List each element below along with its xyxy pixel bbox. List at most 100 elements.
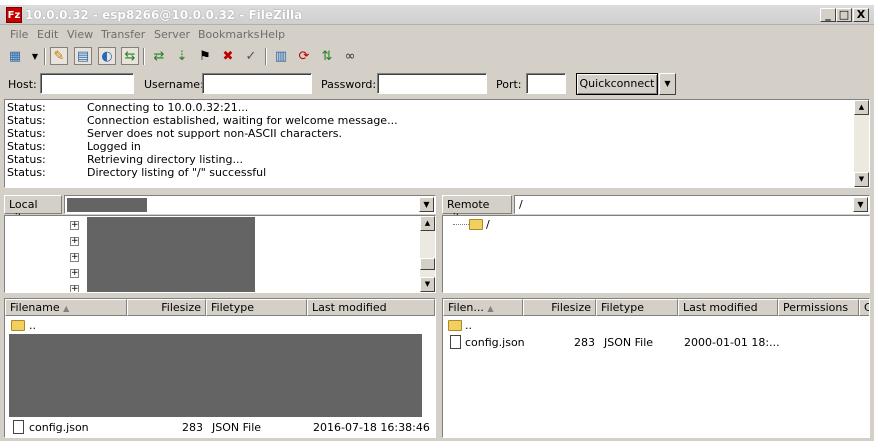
file-icon [13, 420, 24, 434]
remote-path-combo[interactable]: / ▼ [514, 195, 870, 214]
log-type: Status: [7, 153, 46, 166]
toolbar-separator [265, 48, 267, 65]
scroll-up-icon[interactable]: ▲ [420, 216, 435, 231]
port-input[interactable] [526, 73, 566, 94]
toggle-local-tree-icon[interactable]: ▤ [74, 47, 92, 65]
local-col-filesize[interactable]: Filesize [127, 299, 206, 316]
filezilla-app-icon[interactable]: Fz [6, 7, 22, 23]
local-path-dropdown-icon[interactable]: ▼ [419, 197, 434, 212]
log-type: Status: [7, 166, 46, 179]
minimize-button[interactable]: _ [820, 8, 836, 22]
menu-edit[interactable]: Edit [37, 28, 58, 41]
toggle-transfer-queue-icon[interactable]: ⇆ [121, 47, 139, 65]
close-button[interactable]: X [853, 8, 869, 22]
local-col-filetype[interactable]: Filetype [206, 299, 307, 316]
scroll-thumb[interactable] [420, 258, 435, 270]
synchronized-browsing-icon[interactable]: ⇅ [318, 47, 336, 65]
quickconnect-button[interactable]: Quickconnect [576, 73, 658, 95]
menu-bookmarks[interactable]: Bookmarks [198, 28, 259, 41]
remote-col-filetype[interactable]: Filetype [596, 299, 678, 316]
reconnect-icon[interactable]: ✓ [242, 47, 260, 65]
log-scrollbar[interactable]: ▲ ▼ [854, 100, 869, 187]
folder-icon [448, 320, 462, 331]
scroll-down-icon[interactable]: ▼ [854, 172, 869, 187]
expand-icon[interactable]: + [70, 221, 79, 230]
username-label: Username: [144, 78, 204, 91]
local-tree-scrollbar[interactable]: ▲ ▼ [420, 216, 435, 292]
directory-listing-filters-icon[interactable]: ▥ [272, 47, 290, 65]
log-type: Status: [7, 114, 46, 127]
local-file-type: JSON File [212, 421, 262, 434]
remote-col-last-modified[interactable]: Last modified [678, 299, 778, 316]
cancel-operation-icon[interactable]: ⚑ [196, 47, 214, 65]
remote-file-type: JSON File [604, 336, 654, 349]
scroll-down-icon[interactable]: ▼ [420, 277, 435, 292]
local-file-size: 283 [182, 421, 203, 434]
log-message: Directory listing of "/" successful [87, 166, 267, 179]
scroll-up-icon[interactable]: ▲ [854, 100, 869, 115]
menu-server[interactable]: Server [154, 28, 190, 41]
message-log: Status: Connecting to 10.0.0.32:21... Sta… [4, 99, 870, 188]
menu-file[interactable]: File [10, 28, 28, 41]
dropdown-arrow-icon[interactable]: ▼ [26, 47, 44, 65]
maximize-button[interactable]: □ [836, 8, 852, 22]
host-label: Host: [8, 78, 37, 91]
remote-file-list[interactable]: Filen... ▲ Filesize Filetype Last modifi… [442, 298, 870, 438]
search-remote-files-icon[interactable]: ∞ [341, 47, 359, 65]
folder-icon [469, 219, 483, 230]
toggle-remote-tree-icon[interactable]: ◐ [98, 47, 116, 65]
port-label: Port: [496, 78, 522, 91]
remote-file-name[interactable]: config.json [465, 336, 525, 349]
remote-site-bar: Remote site: / ▼ [442, 195, 870, 224]
title-bar: Fz 10.0.0.32 - esp8266@10.0.0.32 - FileZ… [0, 5, 874, 25]
remote-directory-tree[interactable]: / [442, 215, 870, 293]
password-input[interactable] [377, 73, 487, 94]
local-file-list[interactable]: Filename ▲ Filesize Filetype Last modifi… [4, 298, 436, 438]
process-queue-icon[interactable]: ⇣ [173, 47, 191, 65]
menu-help[interactable]: Help [260, 28, 285, 41]
toggle-directory-comparison-icon[interactable]: ⟳ [295, 47, 313, 65]
log-message: Retrieving directory listing... [87, 153, 243, 166]
log-type: Status: [7, 140, 46, 153]
local-col-filename-label: Filename [10, 301, 60, 314]
remote-col-permissions[interactable]: Permissions [778, 299, 859, 316]
remote-path-text: / [519, 198, 523, 211]
host-input[interactable] [40, 73, 134, 94]
expand-icon[interactable]: + [70, 269, 79, 278]
tree-connector [453, 224, 469, 225]
quickconnect-dropdown-icon[interactable]: ▼ [659, 73, 676, 95]
remote-parent-dir[interactable]: .. [465, 319, 472, 332]
local-col-last-modified[interactable]: Last modified [307, 299, 435, 316]
local-col-filename[interactable]: Filename ▲ [5, 299, 127, 316]
toggle-message-log-icon[interactable]: ✎ [50, 47, 68, 65]
redacted-local-files [9, 334, 422, 417]
remote-col-filesize[interactable]: Filesize [523, 299, 596, 316]
remote-file-modified: 2000-01-01 18:... [684, 336, 780, 349]
toolbar-separator [143, 48, 145, 65]
log-message: Connection established, waiting for welc… [87, 114, 398, 127]
log-message: Logged in [87, 140, 141, 153]
local-directory-tree[interactable]: + + + + + ▲ ▼ [4, 215, 436, 293]
menu-view[interactable]: View [67, 28, 93, 41]
expand-icon[interactable]: + [70, 237, 79, 246]
local-parent-dir[interactable]: .. [29, 319, 36, 332]
log-type: Status: [7, 101, 46, 114]
local-site-bar: Local site: ▼ [4, 195, 436, 224]
expand-icon[interactable]: + [70, 285, 79, 292]
remote-col-owner[interactable]: C [859, 299, 869, 316]
toolbar: ▦ ▼ ✎ ▤ ◐ ⇆ ⇄ ⇣ ⚑ ✖ ✓ ▥ ⟳ ⇅ ∞ [0, 44, 874, 68]
refresh-icon[interactable]: ⇄ [150, 47, 168, 65]
disconnect-icon[interactable]: ✖ [219, 47, 237, 65]
local-path-combo[interactable]: ▼ [64, 195, 436, 214]
username-input[interactable] [202, 73, 312, 94]
remote-col-filename[interactable]: Filen... ▲ [443, 299, 523, 316]
remote-tree-root[interactable]: / [486, 218, 490, 231]
menu-transfer[interactable]: Transfer [101, 28, 145, 41]
remote-path-dropdown-icon[interactable]: ▼ [853, 197, 868, 212]
local-file-name[interactable]: config.json [29, 421, 89, 434]
log-type: Status: [7, 127, 46, 140]
expand-icon[interactable]: + [70, 253, 79, 262]
window-title: 10.0.0.32 - esp8266@10.0.0.32 - FileZill… [25, 8, 303, 22]
redacted-local-path [67, 198, 147, 212]
site-manager-icon[interactable]: ▦ [6, 47, 24, 65]
